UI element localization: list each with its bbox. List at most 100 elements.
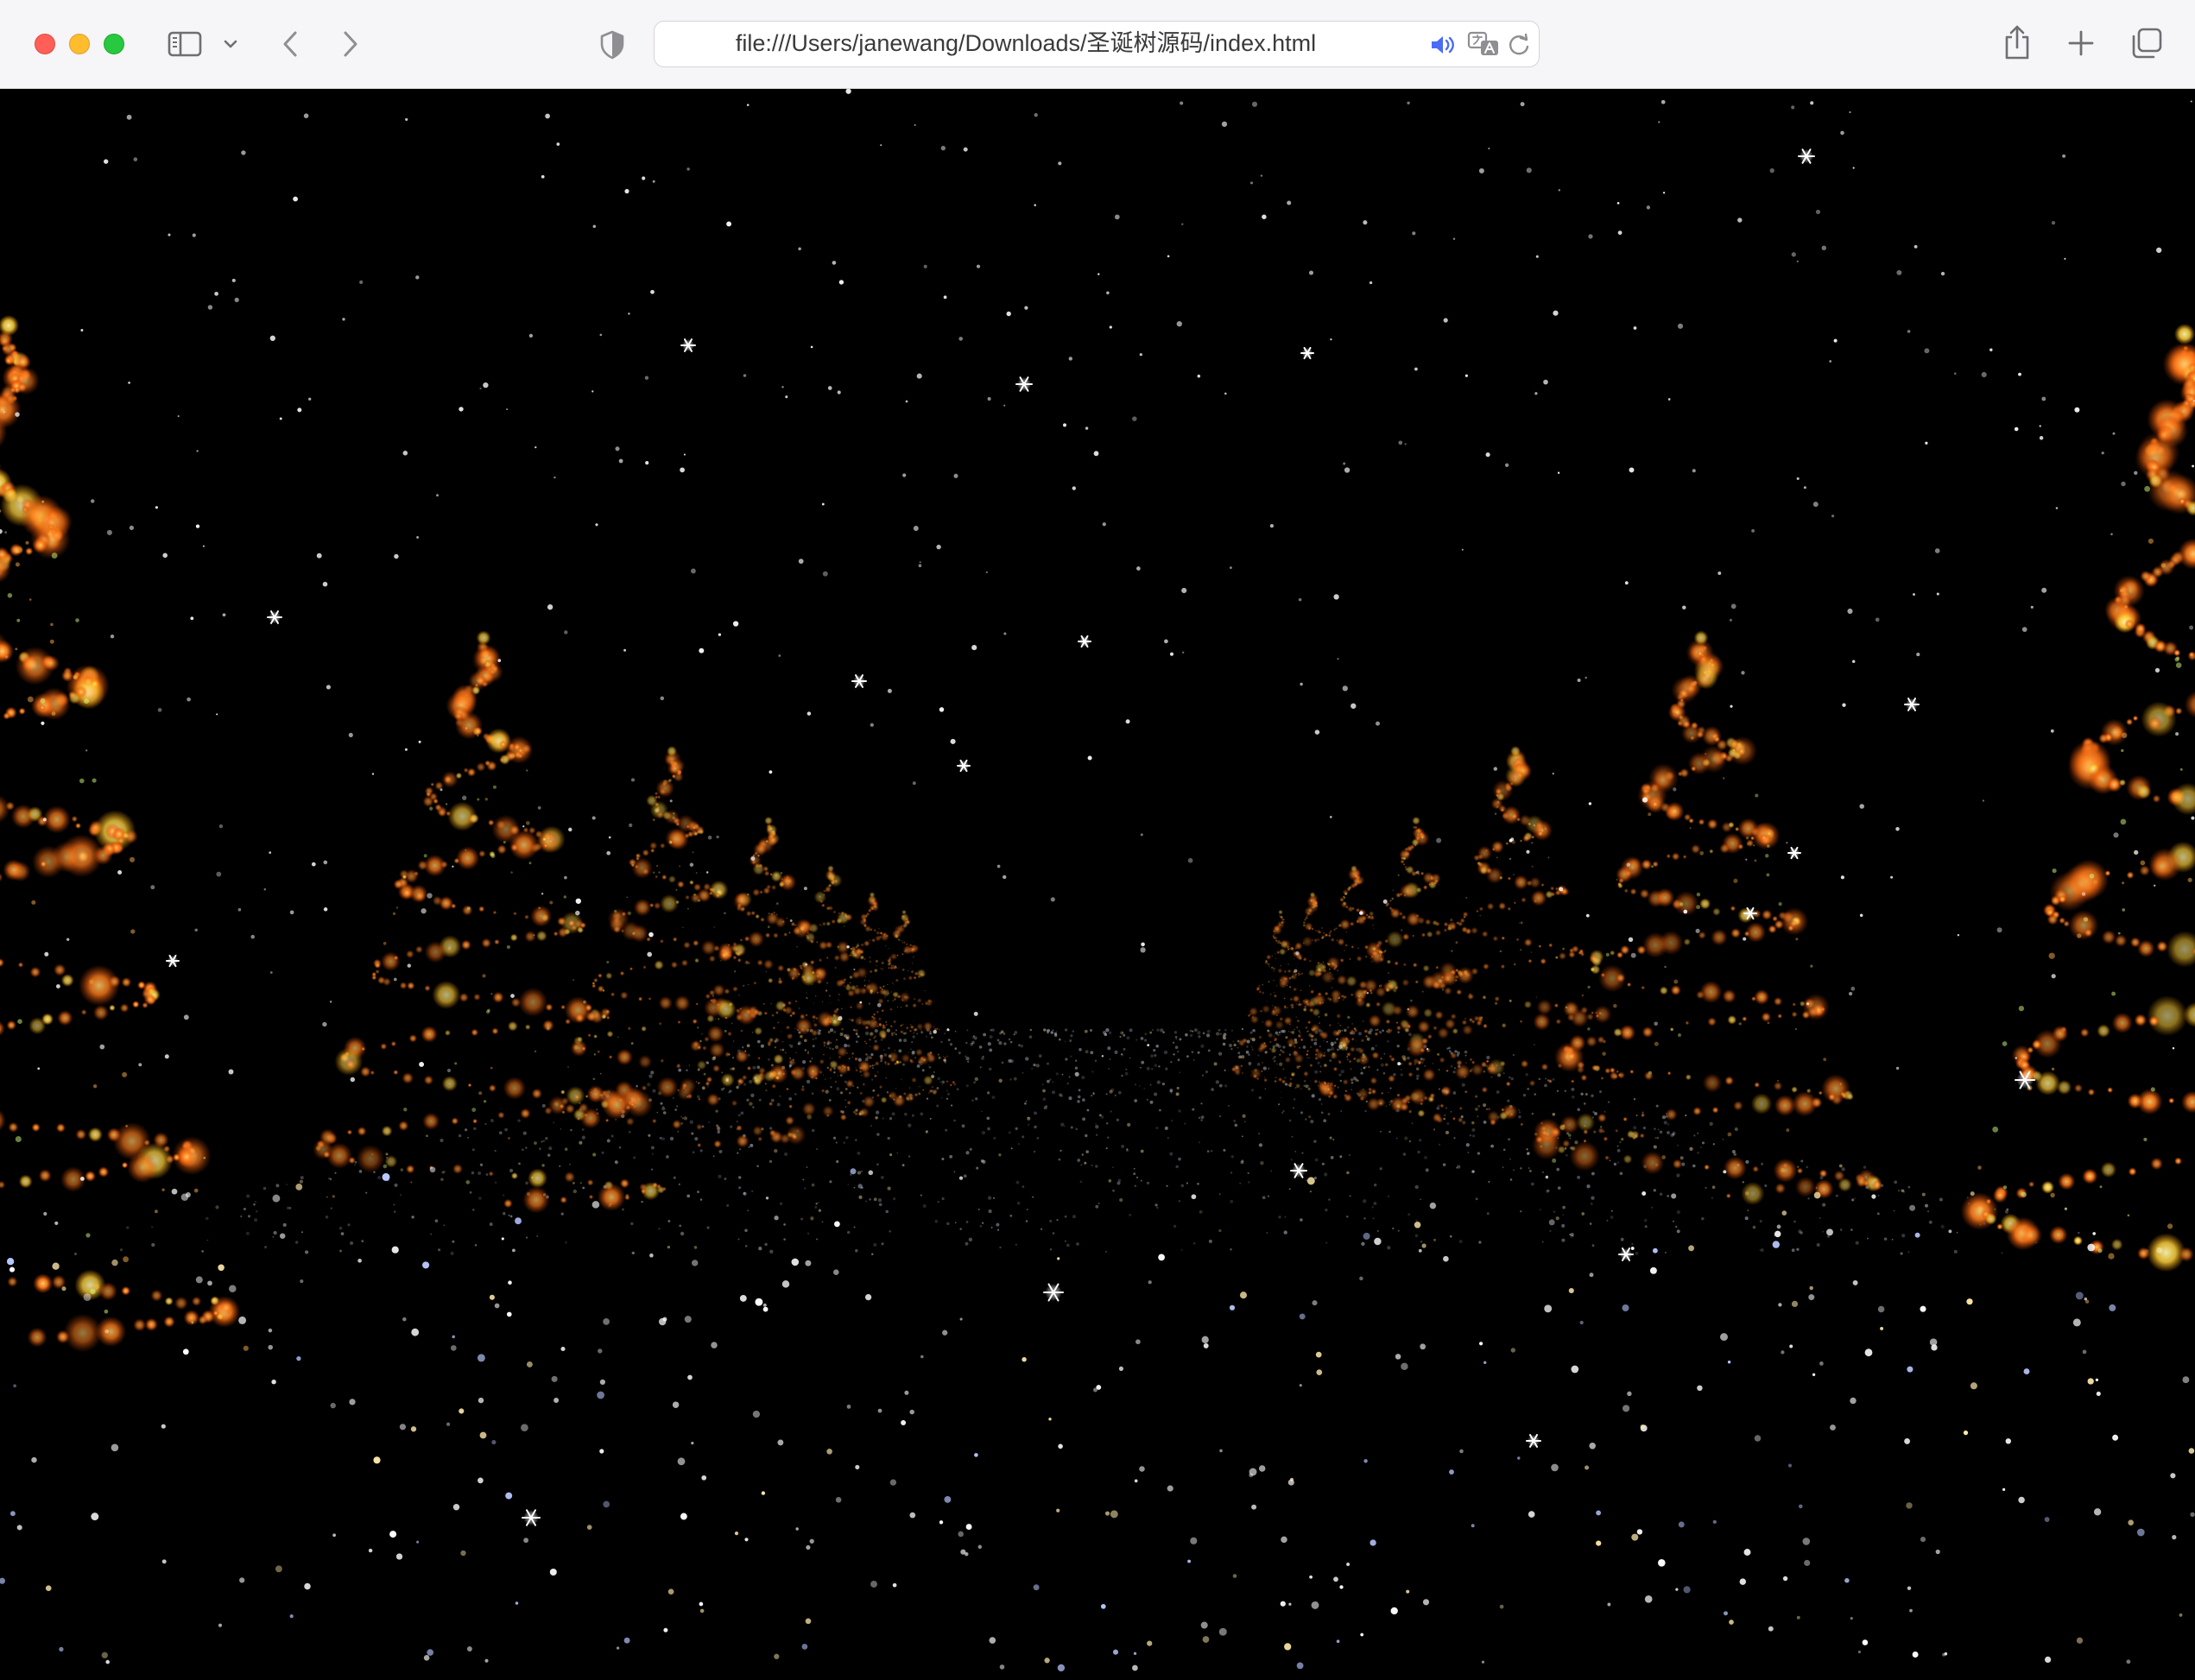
zoom-window-button[interactable]: [104, 34, 124, 54]
chevron-right-icon[interactable]: [337, 28, 364, 60]
ground-sparkle: [1116, 1118, 1120, 1121]
ground-sparkle: [1363, 1199, 1367, 1203]
tree-light: [849, 975, 853, 980]
tree-light: [1641, 985, 1646, 990]
sidebar-icon[interactable]: [166, 29, 204, 59]
tree-sparkle: [681, 1117, 684, 1120]
chevron-down-icon[interactable]: [221, 35, 240, 54]
tabs-overview-icon[interactable]: [2129, 26, 2164, 60]
ground-sparkle: [1155, 1045, 1159, 1048]
tree-light: [869, 988, 874, 994]
tree-sparkle: [1691, 736, 1694, 740]
shield-icon[interactable]: [598, 29, 627, 60]
ground-sparkle: [987, 1042, 991, 1046]
tree-light: [642, 868, 649, 875]
ground-sparkle: [1530, 1182, 1534, 1186]
ground-sparkle: [1065, 1028, 1068, 1032]
ground-sparkle: [1174, 1045, 1179, 1049]
ground-sparkle: [240, 1215, 243, 1218]
tree-light: [1297, 1033, 1302, 1039]
translate-icon[interactable]: [1466, 30, 1501, 58]
ground-sparkle: [1827, 1235, 1830, 1238]
tree-sparkle: [1351, 1023, 1353, 1025]
ground-sparkle: [1008, 1131, 1011, 1134]
tree-sparkle: [889, 1056, 891, 1058]
ground-sparkle: [1891, 1238, 1894, 1241]
address-bar[interactable]: file:///Users/janewang/Downloads/圣诞树源码/i…: [654, 21, 1540, 67]
ground-sparkle: [848, 1091, 851, 1095]
tree-light: [1414, 980, 1419, 984]
tree-light: [53, 963, 66, 976]
ground-sparkle: [579, 1140, 583, 1145]
ground-sparkle: [1174, 1035, 1178, 1039]
tree-light: [2136, 1089, 2163, 1115]
tree-sparkle: [423, 854, 427, 858]
ground-sparkle: [788, 1097, 793, 1101]
tree-light: [356, 1144, 385, 1173]
ground-sparkle: [1200, 1115, 1205, 1120]
tree-light: [507, 1020, 518, 1032]
ground-sparkle: [1009, 1214, 1013, 1217]
ground-sparkle: [1486, 1055, 1490, 1060]
tree-light: [1425, 1047, 1432, 1053]
ground-sparkle: [1233, 1043, 1237, 1047]
speaker-icon[interactable]: [1428, 32, 1458, 58]
ground-sparkle: [1020, 1044, 1024, 1048]
tree-sparkle: [1531, 865, 1534, 868]
tree-sparkle: [16, 549, 19, 553]
tree-light: [2173, 648, 2181, 657]
ground-sparkle: [1643, 1218, 1648, 1222]
tree-light: [619, 1178, 630, 1189]
ground-sparkle: [243, 1207, 246, 1211]
tree-sparkle: [16, 618, 21, 622]
tree-sparkle: [1375, 1045, 1377, 1047]
tree-light: [661, 1186, 667, 1191]
tree-sparkle: [634, 1105, 636, 1108]
tree-light: [28, 1017, 47, 1035]
ground-sparkle: [965, 1221, 969, 1223]
tree-light: [1300, 989, 1302, 992]
tree-light: [775, 1038, 780, 1043]
minimize-window-button[interactable]: [69, 34, 90, 54]
tree-light: [164, 1297, 174, 1306]
ground-sparkle: [1667, 1131, 1670, 1134]
ground-sparkle: [1202, 1032, 1205, 1035]
tree-light: [646, 937, 651, 942]
tree-light: [1386, 931, 1404, 949]
tree-light: [1258, 989, 1262, 994]
reload-icon[interactable]: [1506, 32, 1532, 58]
chevron-left-icon[interactable]: [276, 28, 304, 60]
tree-sparkle: [1593, 1130, 1597, 1134]
ground-sparkle: [1232, 1040, 1235, 1043]
tree-light: [1368, 1014, 1382, 1028]
tree-light: [1284, 1056, 1292, 1064]
ground-sparkle: [1387, 1246, 1391, 1250]
share-icon[interactable]: [2002, 22, 2033, 62]
tree-light: [1670, 984, 1681, 996]
tree-sparkle: [1512, 1054, 1515, 1057]
ground-sparkle: [802, 1178, 805, 1181]
close-window-button[interactable]: [35, 34, 55, 54]
tree-light: [1456, 988, 1463, 995]
plus-icon[interactable]: [2065, 28, 2097, 59]
tree-sparkle: [1673, 809, 1677, 813]
tree-light: [825, 957, 829, 959]
tree-sparkle: [618, 1146, 622, 1149]
tree-sparkle: [1744, 1191, 1749, 1196]
ground-sparkle: [1577, 1108, 1580, 1112]
ground-sparkle: [1230, 1048, 1233, 1051]
tree-sparkle: [813, 1002, 815, 1004]
tree-light: [2111, 1012, 2133, 1034]
tree-light: [1482, 995, 1487, 1000]
tree-sparkle: [1273, 970, 1275, 972]
tree-light: [606, 1030, 614, 1038]
tree-light: [577, 926, 584, 934]
tree-light: [1279, 1016, 1284, 1021]
ground-sparkle: [878, 1203, 882, 1207]
ground-sparkle: [1351, 1081, 1354, 1084]
tree-light: [438, 808, 447, 818]
ground-sparkle: [1179, 1038, 1182, 1041]
ground-sparkle: [1252, 1029, 1256, 1033]
tree-light: [753, 981, 757, 985]
tree-light: [897, 967, 900, 969]
